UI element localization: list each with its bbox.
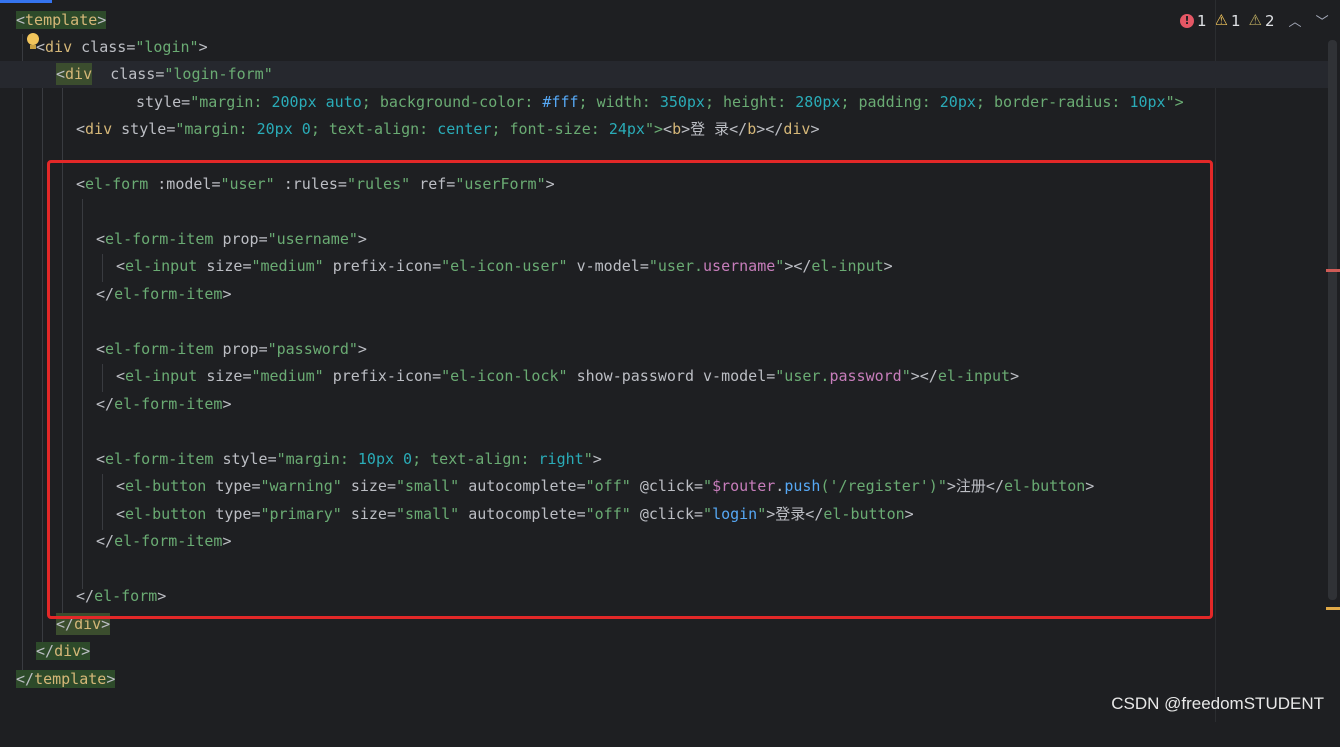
vertical-scrollbar[interactable] — [1328, 40, 1337, 600]
code-line[interactable]: </template> — [0, 666, 1328, 693]
code-line[interactable]: <div style="margin: 20px 0; text-align: … — [0, 116, 1328, 143]
code-line[interactable]: </div> — [0, 638, 1328, 665]
code-line[interactable]: <template> — [0, 7, 1328, 34]
code-line[interactable]: <div class="login"> — [0, 34, 1328, 61]
active-tab-indicator — [0, 0, 52, 3]
watermark: CSDN @freedomSTUDENT — [1111, 694, 1324, 713]
code-line[interactable]: style="margin: 200px auto; background-co… — [0, 89, 1328, 116]
code-line-current[interactable]: <div class="login-form" — [0, 61, 1328, 88]
code-editor[interactable]: ! 1 ⚠ 1 ⚠ 2 ︿ ﹀ <template> <div class="l… — [0, 0, 1340, 722]
annotation-highlight-box — [47, 160, 1213, 619]
warning-stripe-marker[interactable] — [1326, 607, 1340, 610]
error-stripe-marker[interactable] — [1326, 269, 1340, 272]
